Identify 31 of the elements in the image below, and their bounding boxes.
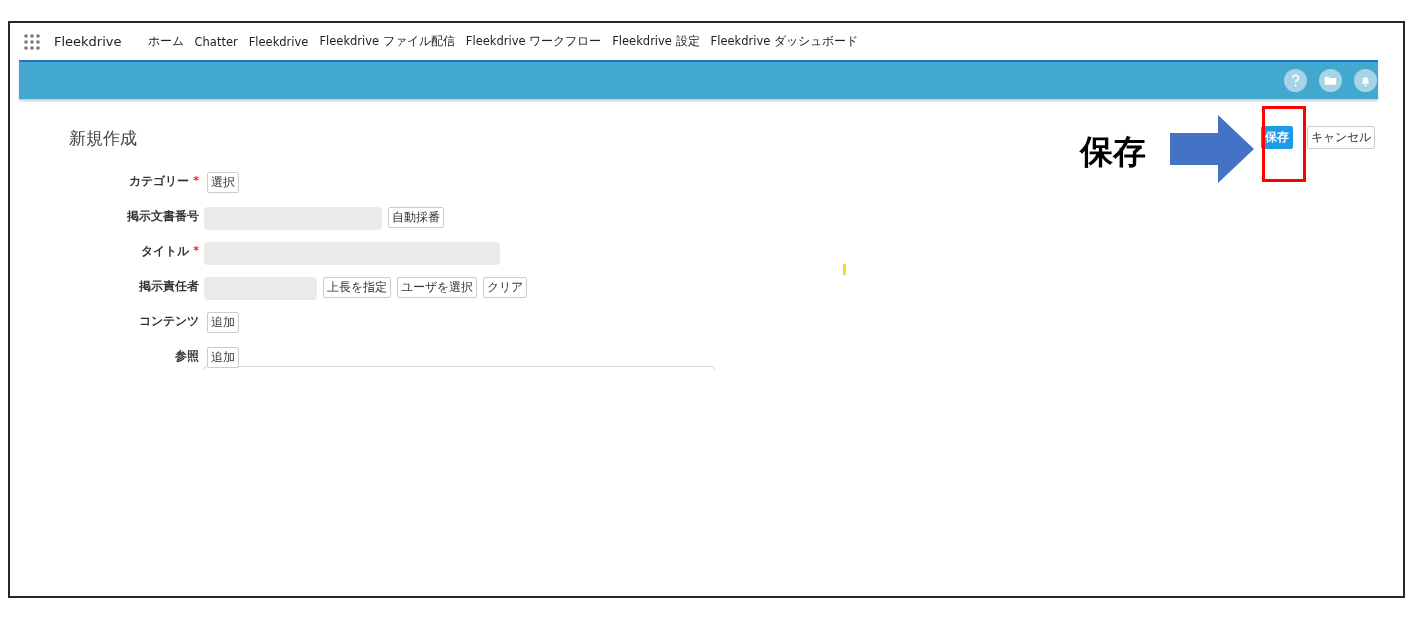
nav-tab[interactable]: Chatter	[194, 34, 238, 49]
form-button[interactable]: 選択	[207, 172, 239, 193]
field-label: コンテンツ	[139, 314, 199, 329]
folder-icon[interactable]	[1319, 69, 1342, 92]
nav-tab[interactable]: Fleekdrive ファイル配信	[319, 34, 455, 49]
form-button[interactable]: 自動採番	[388, 207, 444, 228]
app-launcher-icon[interactable]	[24, 33, 40, 50]
field-label: カテゴリー	[129, 174, 190, 189]
nav-tab[interactable]: Fleekdrive ワークフロー	[465, 34, 602, 49]
app-name: Fleekdrive	[54, 34, 122, 49]
form-button[interactable]: 追加	[207, 347, 239, 368]
form-button[interactable]: 追加	[207, 312, 239, 333]
cancel-button[interactable]: キャンセル	[1307, 126, 1375, 149]
required-mark: *	[193, 244, 199, 257]
field-label: 掲示文書番号	[127, 209, 199, 224]
help-icon[interactable]	[1284, 69, 1307, 92]
field-label: タイトル	[141, 244, 190, 259]
annotation-label: 保存	[1080, 131, 1146, 173]
nav-tab[interactable]: Fleekdrive 設定	[612, 34, 700, 49]
text-cursor	[843, 264, 846, 275]
bell-icon[interactable]	[1354, 69, 1377, 92]
field-label: 参照	[175, 349, 199, 364]
form-button[interactable]: 上長を指定	[323, 277, 391, 298]
page-title: 新規作成	[69, 127, 137, 150]
form-button[interactable]: クリア	[483, 277, 527, 298]
form-button[interactable]: ユーザを選択	[397, 277, 477, 298]
nav-tab[interactable]: Fleekdrive	[248, 34, 309, 49]
field-label: 掲示責任者	[139, 279, 199, 294]
nav-tab[interactable]: Fleekdrive ダッシュボード	[710, 34, 858, 49]
required-mark: *	[193, 174, 199, 187]
nav-tab[interactable]: ホーム	[147, 34, 184, 49]
